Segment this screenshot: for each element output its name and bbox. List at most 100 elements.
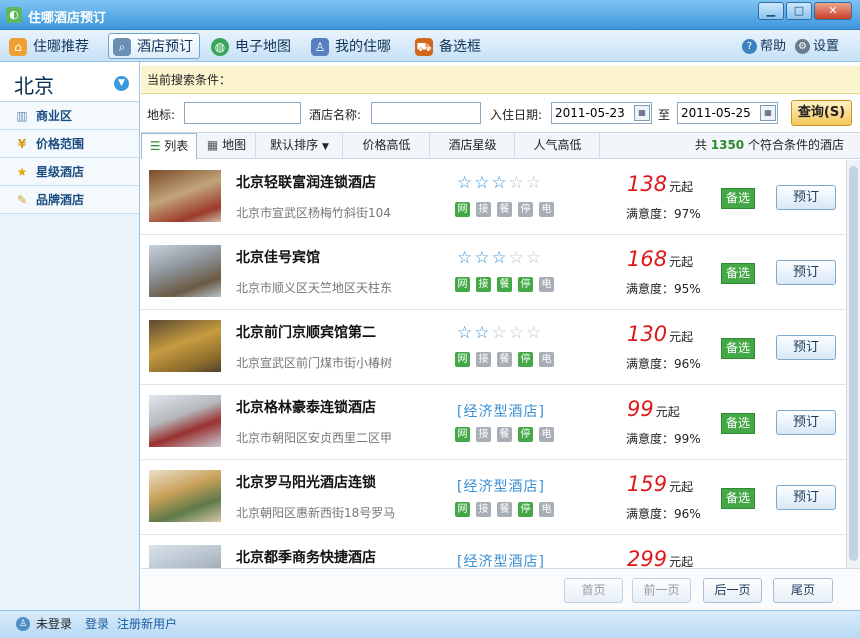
- tab-map[interactable]: ▦ 地图: [198, 133, 256, 158]
- search-button[interactable]: 查询(S): [791, 100, 852, 126]
- hotel-address: 北京市朝阳区安贞西里二区甲: [236, 431, 393, 445]
- sort-price[interactable]: 价格高低: [344, 133, 430, 158]
- toolbar-cart-button[interactable]: ⛟ 备选框: [410, 33, 488, 59]
- price-value: 99: [627, 397, 654, 421]
- calendar-icon[interactable]: ▦: [634, 105, 650, 121]
- hotel-name[interactable]: 北京罗马阳光酒店连锁: [236, 472, 376, 492]
- hotel-photo[interactable]: [149, 470, 221, 522]
- search-form: 地标: 酒店名称: 入住日期: ▦ 至 ▦ 查询(S): [141, 95, 860, 131]
- add-favorite-button[interactable]: 备选: [721, 488, 755, 509]
- help-button[interactable]: ? 帮助: [742, 38, 786, 56]
- sort-popular[interactable]: 人气高低: [516, 133, 600, 158]
- hotel-name[interactable]: 北京轻联富润连锁酒店: [236, 172, 376, 192]
- app-logo-icon: ◐: [6, 7, 22, 23]
- settings-button[interactable]: ⚙ 设置: [795, 38, 839, 56]
- add-favorite-button[interactable]: 备选: [721, 413, 755, 434]
- facility-icon: 网: [455, 202, 470, 217]
- hotel-row[interactable]: 北京轻联富润连锁酒店 北京市宣武区杨梅竹斜街104 ☆☆☆☆☆ 网接餐停电 138 元起满…: [141, 160, 846, 235]
- toolbar-booking-button[interactable]: ⌕ 酒店预订: [108, 33, 200, 59]
- view-sort-tabs: ☰ 列表 ▦ 地图 默认排序 ▼ 价格高低 酒店星级 人气高低 共 1350 个…: [141, 132, 860, 159]
- sort-default[interactable]: 默认排序 ▼: [257, 133, 343, 158]
- landmark-label: 地标:: [147, 108, 176, 122]
- facility-icon: 网: [455, 277, 470, 292]
- login-link[interactable]: 登录: [85, 611, 109, 637]
- next-page-button[interactable]: 后一页: [703, 578, 762, 603]
- book-button[interactable]: 预订: [776, 185, 836, 210]
- book-button[interactable]: 预订: [776, 410, 836, 435]
- prev-page-button[interactable]: 前一页: [632, 578, 691, 603]
- sort-star[interactable]: 酒店星级: [431, 133, 515, 158]
- sidebar-item-label: 星级酒店: [36, 165, 85, 179]
- book-button[interactable]: 预订: [776, 335, 836, 360]
- tab-list[interactable]: ☰ 列表: [141, 133, 197, 159]
- hotel-name[interactable]: 北京格林豪泰连锁酒店: [236, 397, 376, 417]
- sidebar-item-business-district[interactable]: ▥ 商业区: [0, 102, 139, 130]
- facility-icon: 餐: [497, 277, 512, 292]
- book-button[interactable]: 预订: [776, 260, 836, 285]
- facility-icon: 停: [518, 352, 533, 367]
- star-filled-icon: ☆: [474, 323, 492, 343]
- sidebar-item-price-range[interactable]: ¥ 价格范围: [0, 130, 139, 158]
- chevron-down-icon[interactable]: ▼: [114, 76, 129, 91]
- sidebar-item-brand-hotels[interactable]: ✎ 品牌酒店: [0, 186, 139, 214]
- star-filled-icon: ☆: [457, 323, 475, 343]
- hotel-name[interactable]: 北京都季商务快捷酒店: [236, 547, 376, 567]
- sidebar-item-star-hotels[interactable]: ★ 星级酒店: [0, 158, 139, 186]
- toolbar-mine-label: 我的住哪: [335, 39, 391, 55]
- landmark-input[interactable]: [184, 102, 301, 124]
- book-button[interactable]: 预订: [776, 485, 836, 510]
- sidebar-item-label: 商业区: [36, 109, 73, 123]
- city-name: 北京: [14, 74, 54, 98]
- register-link[interactable]: 注册新用户: [117, 611, 177, 637]
- last-page-button[interactable]: 尾页: [773, 578, 833, 603]
- result-count-prefix: 共: [694, 138, 707, 152]
- add-favorite-button[interactable]: 备选: [721, 263, 755, 284]
- grid-icon: ▦: [206, 138, 219, 152]
- facility-icon: 网: [455, 352, 470, 367]
- brand-tag-icon: ✎: [16, 193, 28, 207]
- hotel-photo[interactable]: [149, 395, 221, 447]
- facility-icons: 网接餐停电: [455, 351, 560, 367]
- star-filled-icon: ☆: [474, 173, 492, 193]
- hotel-name-input[interactable]: [371, 102, 481, 124]
- magnifier-icon: ⌕: [113, 38, 131, 56]
- star-filled-icon: ☆: [457, 248, 475, 268]
- scrollbar[interactable]: [846, 160, 860, 568]
- facility-icon: 网: [455, 427, 470, 442]
- hotel-row[interactable]: 北京前门京顺宾馆第二 北京宣武区前门煤市街小椿树 ☆☆☆☆☆ 网接餐停电 130 元起 满意…: [141, 310, 846, 385]
- calendar-icon[interactable]: ▦: [760, 105, 776, 121]
- hotel-list: 北京轻联富润连锁酒店 北京市宣武区杨梅竹斜街104 ☆☆☆☆☆ 网接餐停电 138 元起满…: [141, 160, 846, 568]
- add-favorite-button[interactable]: 备选: [721, 188, 755, 209]
- city-selector[interactable]: 北京 ▼: [0, 62, 139, 102]
- result-count-suffix: 个符合条件的酒店: [747, 138, 844, 152]
- toolbar-map-button[interactable]: ◍ 电子地图: [206, 33, 298, 59]
- hotel-name[interactable]: 北京佳号宾馆: [236, 247, 320, 267]
- hotel-name[interactable]: 北京前门京顺宾馆第二: [236, 322, 376, 342]
- scrollbar-thumb[interactable]: [849, 166, 858, 561]
- maximize-button[interactable]: □: [786, 2, 812, 20]
- star-empty-icon: ☆: [508, 248, 526, 268]
- hotel-row[interactable]: 北京格林豪泰连锁酒店 北京市朝阳区安贞西里二区甲 [经济型酒店] 网接餐停电 99 元起满…: [141, 385, 846, 460]
- close-button[interactable]: ✕: [814, 2, 852, 20]
- first-page-button[interactable]: 首页: [564, 578, 623, 603]
- price-value: 138: [627, 172, 668, 196]
- hotel-photo[interactable]: [149, 320, 221, 372]
- hotel-price: 99 元起: [627, 397, 680, 421]
- globe-icon: ◍: [211, 38, 229, 56]
- hotel-row[interactable]: 北京罗马阳光酒店连锁 北京朝阳区惠新西街18号罗马 [经济型酒店] 网接餐停电 159 元…: [141, 460, 846, 535]
- tab-list-label: 列表: [164, 139, 189, 153]
- toolbar-mine-button[interactable]: ♙ 我的住哪: [306, 33, 398, 59]
- hotel-row[interactable]: 北京佳号宾馆 北京市顺义区天竺地区天柱东 ☆☆☆☆☆ 网接餐停电 168 元起 满意度：95…: [141, 235, 846, 310]
- toolbar-recommend-button[interactable]: ⌂ 住哪推荐: [4, 33, 96, 59]
- hotel-photo[interactable]: [149, 245, 221, 297]
- hotel-photo[interactable]: [149, 545, 221, 568]
- hotel-row[interactable]: 北京都季商务快捷酒店 [经济型酒店] 299 元起: [141, 535, 846, 568]
- add-favorite-button[interactable]: 备选: [721, 338, 755, 359]
- hotel-photo[interactable]: [149, 170, 221, 222]
- facility-icon: 接: [476, 277, 491, 292]
- minimize-button[interactable]: ▁: [758, 2, 784, 20]
- facility-icon: 餐: [497, 202, 512, 217]
- star-icon: ★: [16, 165, 28, 179]
- sort-price-label: 价格高低: [362, 138, 411, 152]
- price-unit: 元起: [655, 405, 680, 419]
